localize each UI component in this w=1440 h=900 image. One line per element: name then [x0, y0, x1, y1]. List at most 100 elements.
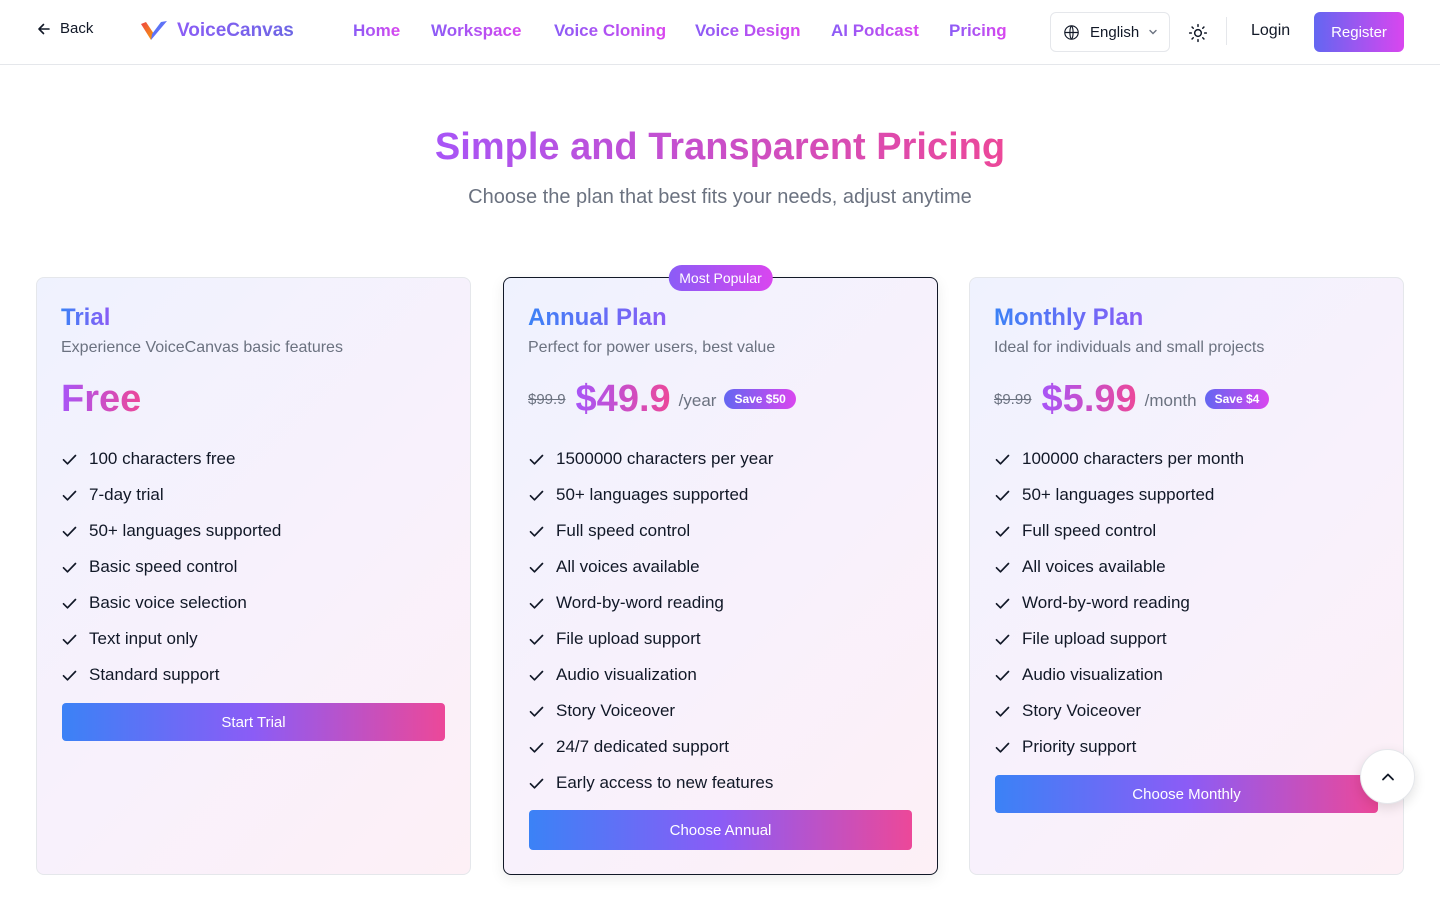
- check-icon: [995, 634, 1010, 645]
- feature-item: Early access to new features: [528, 765, 913, 801]
- plan-card-trial: Trial Experience VoiceCanvas basic featu…: [36, 277, 471, 875]
- language-select[interactable]: English: [1050, 12, 1170, 52]
- feature-label: Full speed control: [556, 521, 691, 540]
- feature-item: Priority support: [994, 729, 1379, 765]
- feature-label: File upload support: [1022, 629, 1167, 648]
- feature-item: 100000 characters per month: [994, 441, 1379, 477]
- plan-card-monthly: Monthly Plan Ideal for individuals and s…: [969, 277, 1404, 875]
- back-button[interactable]: Back: [36, 20, 93, 37]
- feature-item: Text input only: [61, 621, 446, 657]
- feature-label: Basic voice selection: [89, 593, 247, 612]
- start-trial-button[interactable]: Start Trial: [62, 703, 445, 741]
- check-icon: [62, 454, 77, 465]
- page-subtitle: Choose the plan that best fits your need…: [468, 186, 972, 208]
- top-navbar: Back VoiceCanvas Home Workspace Voice Cl…: [0, 0, 1440, 65]
- choose-annual-button[interactable]: Choose Annual: [529, 810, 912, 850]
- feature-label: Audio visualization: [556, 665, 697, 684]
- brand-logo[interactable]: VoiceCanvas: [139, 18, 294, 44]
- feature-item: Full speed control: [528, 513, 913, 549]
- check-icon: [529, 490, 544, 501]
- arrow-left-icon: [38, 23, 50, 34]
- feature-item: Audio visualization: [994, 657, 1379, 693]
- feature-label: Story Voiceover: [556, 701, 676, 720]
- language-value: English: [1090, 23, 1140, 41]
- check-icon: [529, 778, 544, 789]
- billing-period: /year: [678, 391, 717, 410]
- feature-list: 1500000 characters per year 50+ languages…: [528, 441, 913, 801]
- feature-label: Standard support: [89, 665, 220, 684]
- back-label: Back: [60, 20, 94, 37]
- nav-workspace[interactable]: Workspace: [431, 21, 521, 41]
- feature-item: 50+ languages supported: [994, 477, 1379, 513]
- nav-voice-design[interactable]: Voice Design: [695, 21, 801, 41]
- feature-label: 100000 characters per month: [1022, 449, 1245, 468]
- plan-name: Annual Plan: [528, 302, 667, 334]
- check-icon: [995, 562, 1010, 573]
- plan-description: Perfect for power users, best value: [528, 339, 776, 356]
- feature-item: File upload support: [528, 621, 913, 657]
- feature-label: Audio visualization: [1022, 665, 1163, 684]
- feature-label: All voices available: [556, 557, 700, 576]
- feature-item: 50+ languages supported: [61, 513, 446, 549]
- feature-label: Priority support: [1022, 737, 1137, 756]
- feature-label: Basic speed control: [89, 557, 238, 576]
- feature-item: Story Voiceover: [528, 693, 913, 729]
- plan-name: Trial: [61, 302, 110, 334]
- feature-item: All voices available: [528, 549, 913, 585]
- feature-list: 100000 characters per month 50+ languages…: [994, 441, 1379, 765]
- feature-item: Word-by-word reading: [528, 585, 913, 621]
- nav-pricing[interactable]: Pricing: [949, 21, 1007, 41]
- check-icon: [529, 454, 544, 465]
- feature-label: 1500000 characters per year: [556, 449, 774, 468]
- plan-name: Monthly Plan: [994, 302, 1143, 334]
- feature-item: File upload support: [994, 621, 1379, 657]
- feature-item: 50+ languages supported: [528, 477, 913, 513]
- chevron-down-icon: [1149, 29, 1157, 35]
- choose-monthly-button[interactable]: Choose Monthly: [995, 775, 1378, 813]
- feature-label: File upload support: [556, 629, 701, 648]
- price-row: $9.99 $5.99 /month Save $4: [994, 375, 1379, 423]
- nav-home[interactable]: Home: [353, 21, 400, 41]
- check-icon: [529, 670, 544, 681]
- feature-item: Word-by-word reading: [994, 585, 1379, 621]
- check-icon: [529, 634, 544, 645]
- check-icon: [62, 670, 77, 681]
- check-icon: [62, 634, 77, 645]
- brand-name: VoiceCanvas: [177, 20, 294, 41]
- chevron-up-icon: [1381, 773, 1394, 780]
- check-icon: [995, 526, 1010, 537]
- check-icon: [529, 526, 544, 537]
- check-icon: [529, 562, 544, 573]
- scroll-to-top-button[interactable]: [1360, 749, 1415, 804]
- plan-description: Ideal for individuals and small projects: [994, 339, 1265, 356]
- check-icon: [529, 598, 544, 609]
- theme-toggle[interactable]: [1185, 20, 1211, 46]
- price-row: Free: [61, 375, 446, 423]
- feature-label: 100 characters free: [89, 449, 236, 468]
- check-icon: [529, 742, 544, 753]
- nav-ai-podcast[interactable]: AI Podcast: [831, 21, 919, 41]
- plan-description: Experience VoiceCanvas basic features: [61, 339, 343, 356]
- feature-label: All voices available: [1022, 557, 1166, 576]
- register-button[interactable]: Register: [1314, 12, 1404, 52]
- most-popular-badge: Most Popular: [668, 265, 773, 291]
- sun-icon: [1188, 23, 1208, 43]
- plan-price: Free: [61, 377, 142, 420]
- feature-label: 7-day trial: [89, 485, 164, 504]
- page-title-text: Simple and Transparent Pricing: [434, 126, 1006, 168]
- feature-label: 24/7 dedicated support: [556, 737, 729, 756]
- login-button[interactable]: Login: [1251, 22, 1290, 40]
- check-icon: [995, 598, 1010, 609]
- check-icon: [995, 490, 1010, 501]
- feature-item: Audio visualization: [528, 657, 913, 693]
- plan-card-annual: Most Popular Annual Plan Perfect for pow…: [503, 265, 938, 875]
- feature-item: 24/7 dedicated support: [528, 729, 913, 765]
- nav-voice-cloning[interactable]: Voice Cloning: [554, 21, 666, 41]
- feature-label: 50+ languages supported: [1022, 485, 1215, 504]
- check-icon: [995, 454, 1010, 465]
- savings-badge: Save $4: [1204, 389, 1270, 409]
- check-icon: [62, 598, 77, 609]
- check-icon: [529, 706, 544, 717]
- feature-label: Word-by-word reading: [556, 593, 724, 612]
- check-icon: [995, 670, 1010, 681]
